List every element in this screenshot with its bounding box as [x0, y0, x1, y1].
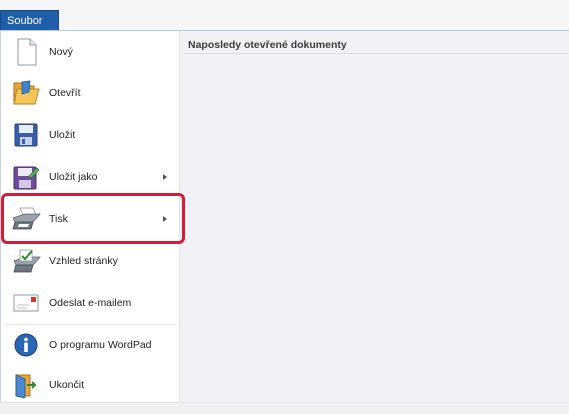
menu-item-save-label: Uložit [49, 129, 76, 141]
menu-item-about-label: O programu WordPad [49, 339, 152, 351]
menu-item-new[interactable]: Nový [5, 32, 177, 72]
print-highlight-box [1, 193, 185, 244]
tab-file[interactable]: Soubor [0, 10, 59, 31]
info-icon [11, 330, 41, 360]
menu-item-send-email[interactable]: Odeslat e-mailem [5, 283, 177, 323]
status-bar [0, 402, 569, 414]
open-folder-icon [11, 78, 41, 108]
new-document-icon [11, 37, 41, 67]
menu-item-about[interactable]: O programu WordPad [5, 325, 177, 365]
menu-item-save-as[interactable]: Uložit jako [5, 157, 177, 197]
email-icon [11, 288, 41, 318]
save-disk-icon [11, 120, 41, 150]
ribbon-tab-bar: Soubor [0, 0, 569, 31]
menu-item-page-setup-label: Vzhled stránky [49, 255, 118, 267]
menu-item-exit-label: Ukončit [49, 379, 85, 391]
menu-item-new-label: Nový [49, 46, 73, 58]
recent-title-underline [184, 53, 569, 54]
menu-item-exit[interactable]: Ukončit [5, 365, 177, 405]
tab-file-label: Soubor [7, 15, 43, 27]
menu-item-open[interactable]: Otevřít [5, 73, 177, 113]
page-setup-icon [11, 246, 41, 276]
save-as-icon [11, 162, 41, 192]
menu-item-page-setup[interactable]: Vzhled stránky [5, 241, 177, 281]
menu-item-send-email-label: Odeslat e-mailem [49, 297, 132, 309]
recent-documents-pane: Naposledy otevřené dokumenty [180, 31, 569, 402]
menu-item-save-as-label: Uložit jako [49, 171, 98, 183]
menu-item-save[interactable]: Uložit [5, 115, 177, 155]
menu-item-open-label: Otevřít [49, 87, 81, 99]
submenu-arrow-icon [163, 174, 167, 180]
exit-icon [11, 370, 41, 400]
recent-documents-title: Naposledy otevřené dokumenty [188, 39, 347, 51]
